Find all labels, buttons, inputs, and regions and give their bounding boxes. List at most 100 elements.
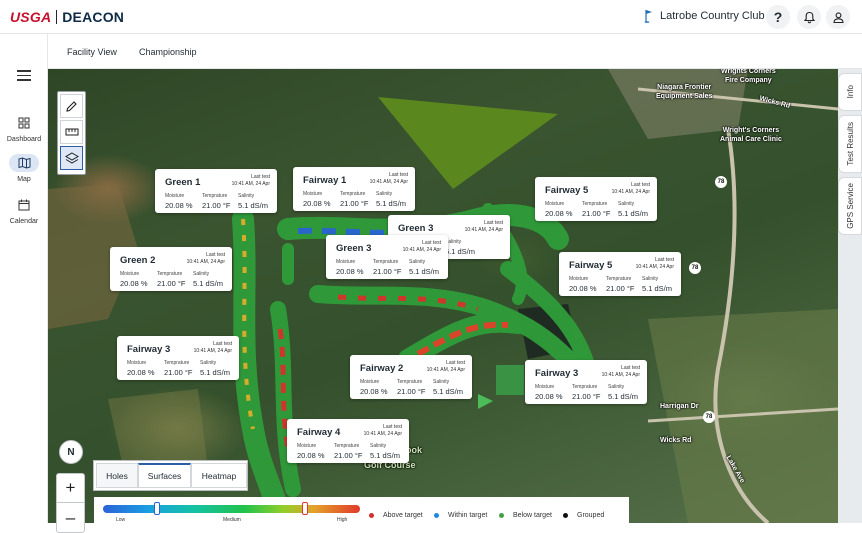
card-last-test: Last test 10:41 AM, 24 Apr — [612, 182, 650, 196]
temperature-label: Temprature — [202, 193, 228, 199]
moisture-value: 20.08 % — [535, 392, 563, 401]
hole-info-card[interactable]: Fairway 5 Last test 10:41 AM, 24 Apr Moistu… — [535, 177, 657, 221]
card-title: Fairway 3 — [127, 344, 171, 355]
hole-info-card[interactable]: Fairway 3 Last test 10:41 AM, 24 Apr Moistu… — [525, 360, 647, 404]
last-test-date: 10:41 AM, 24 Apr — [464, 227, 503, 233]
club-selector[interactable]: Latrobe Country Club ▼ — [644, 9, 782, 23]
high-threshold-handle[interactable] — [302, 502, 308, 515]
legend-below-target: Below target — [499, 512, 552, 519]
salinity-value: 5.1 dS/m — [370, 451, 401, 460]
temperature-value: 21.00 °F — [340, 199, 369, 208]
side-tab-gps-service-label: GPS Service — [845, 183, 855, 229]
salinity-label: Salinity — [409, 259, 426, 265]
salinity-value: 5.1 dS/m — [608, 392, 639, 401]
dashboard-icon — [12, 114, 36, 132]
hole-info-card[interactable]: Fairway 5 Last test 10:41 AM, 24 Apr Moistu… — [559, 252, 681, 296]
hamburger-menu-icon[interactable] — [17, 70, 31, 81]
app-logo[interactable]: USGA DEACON — [10, 9, 124, 25]
card-title: Fairway 3 — [535, 368, 579, 379]
card-title: Green 2 — [120, 255, 156, 266]
legend-label: Above target — [383, 512, 423, 519]
last-test-date: 10:41 AM, 24 Apr — [369, 179, 408, 185]
salinity-label: Salinity — [370, 443, 387, 449]
side-tab-gps-service[interactable]: GPS Service — [838, 177, 862, 235]
gradient-label-low: Low — [116, 517, 126, 523]
pencil-icon — [66, 100, 77, 112]
toggle-surfaces[interactable]: Surfaces — [138, 463, 191, 488]
salinity-label: Salinity — [608, 384, 625, 390]
moisture-value: 20.08 % — [120, 279, 148, 288]
moisture-label: Moisture — [303, 191, 323, 197]
route-78-badge: 78 — [689, 262, 701, 274]
card-last-test: Last test 10:41 AM, 24 Apr — [465, 220, 503, 234]
moisture-label: Moisture — [535, 384, 555, 390]
temperature-value: 21.00 °F — [397, 387, 426, 396]
temperature-label: Temprature — [334, 443, 360, 449]
last-test-date: 10:41 AM, 24 Apr — [426, 367, 465, 373]
salinity-label: Salinity — [642, 276, 659, 282]
tab-championship[interactable]: Championship — [139, 47, 197, 57]
zoom-out-button[interactable]: – — [57, 503, 84, 532]
side-tab-info-label: Info — [845, 85, 855, 99]
card-title: Fairway 2 — [360, 363, 404, 374]
hole-info-card[interactable]: Fairway 2 Last test 10:41 AM, 24 Apr Moistu… — [350, 355, 472, 399]
hole-info-card[interactable]: Green 3 Last test 10:41 AM, 24 Apr Moisture… — [326, 235, 448, 279]
hole-info-card[interactable]: Fairway 3 Last test 10:41 AM, 24 Apr Moistu… — [117, 336, 239, 380]
hole-info-card[interactable]: Green 1 Last test 10:41 AM, 24 Apr Moisture… — [155, 169, 277, 213]
zoom-in-button[interactable]: + — [57, 474, 84, 503]
moisture-value: 20.08 % — [303, 199, 331, 208]
gradient-label-medium: Medium — [223, 517, 241, 523]
moisture-label: Moisture — [545, 201, 565, 207]
legend-label: Grouped — [577, 512, 605, 519]
last-test-label: Last test — [655, 257, 674, 263]
temperature-value: 21.00 °F — [572, 392, 601, 401]
toggle-heatmap[interactable]: Heatmap — [191, 463, 247, 488]
map-label-wrights-fire: Wrights Corners Fire Company — [721, 69, 776, 84]
brand-usga: USGA — [10, 9, 52, 25]
nav-item-map[interactable]: Map — [0, 154, 48, 183]
help-icon[interactable]: ? — [766, 5, 790, 29]
salinity-value: 5.1 dS/m — [200, 368, 231, 377]
layers-icon — [64, 151, 79, 164]
low-threshold-handle[interactable] — [154, 502, 160, 515]
salinity-value: 5.1 dS/m — [193, 279, 224, 288]
nav-item-dashboard[interactable]: Dashboard — [0, 114, 48, 143]
temperature-label: Temprature — [582, 201, 608, 207]
layers-tool-button[interactable] — [60, 146, 83, 170]
toggle-holes[interactable]: Holes — [96, 463, 138, 488]
card-title: Fairway 4 — [297, 427, 341, 438]
card-title: Green 1 — [165, 177, 201, 188]
temperature-value: 21.00 °F — [164, 368, 193, 377]
compass-button[interactable]: N — [59, 440, 83, 464]
hole-info-card[interactable]: Fairway 4 Last test 10:41 AM, 24 Apr Moistu… — [287, 419, 409, 463]
legend-grouped: Grouped — [563, 512, 604, 519]
card-last-test: Last test 10:41 AM, 24 Apr — [194, 341, 232, 355]
card-last-test: Last test 10:41 AM, 24 Apr — [232, 174, 270, 188]
hole-info-card[interactable]: Green 2 Last test 10:41 AM, 24 Apr Moisture… — [110, 247, 232, 291]
salinity-value: 5.1 dS/m — [642, 284, 673, 293]
satellite-map[interactable]: Wrights Corners Fire Company Niagara Fro… — [48, 69, 838, 523]
temperature-label: Temprature — [572, 384, 598, 390]
route-78-badge: 78 — [703, 411, 715, 423]
bell-icon[interactable] — [797, 5, 821, 29]
zoom-control: + – — [56, 473, 85, 533]
last-test-label: Last test — [251, 174, 270, 180]
nav-label-dashboard: Dashboard — [6, 136, 42, 143]
card-last-test: Last test 10:41 AM, 24 Apr — [187, 252, 225, 266]
measure-tool-button[interactable] — [60, 120, 83, 144]
temperature-label: Temprature — [373, 259, 399, 265]
hole-info-card[interactable]: Fairway 1 Last test 10:41 AM, 24 Apr Moistu… — [293, 167, 415, 211]
card-title: Green 3 — [336, 243, 372, 254]
club-name: Latrobe Country Club — [660, 10, 765, 22]
map-label-niagara: Niagara Frontier Equipment Sales — [656, 84, 713, 100]
card-last-test: Last test 10:41 AM, 24 Apr — [370, 172, 408, 186]
nav-item-calendar[interactable]: Calendar — [0, 196, 48, 225]
user-icon[interactable] — [826, 5, 850, 29]
card-last-test: Last test 10:41 AM, 24 Apr — [364, 424, 402, 438]
draw-tool-button[interactable] — [60, 94, 83, 118]
side-tab-info[interactable]: Info — [838, 73, 862, 111]
last-test-label: Last test — [484, 220, 503, 226]
tab-facility-view[interactable]: Facility View — [67, 47, 117, 57]
side-tab-test-results[interactable]: Test Results — [838, 115, 862, 173]
salinity-label: Salinity — [433, 379, 450, 385]
